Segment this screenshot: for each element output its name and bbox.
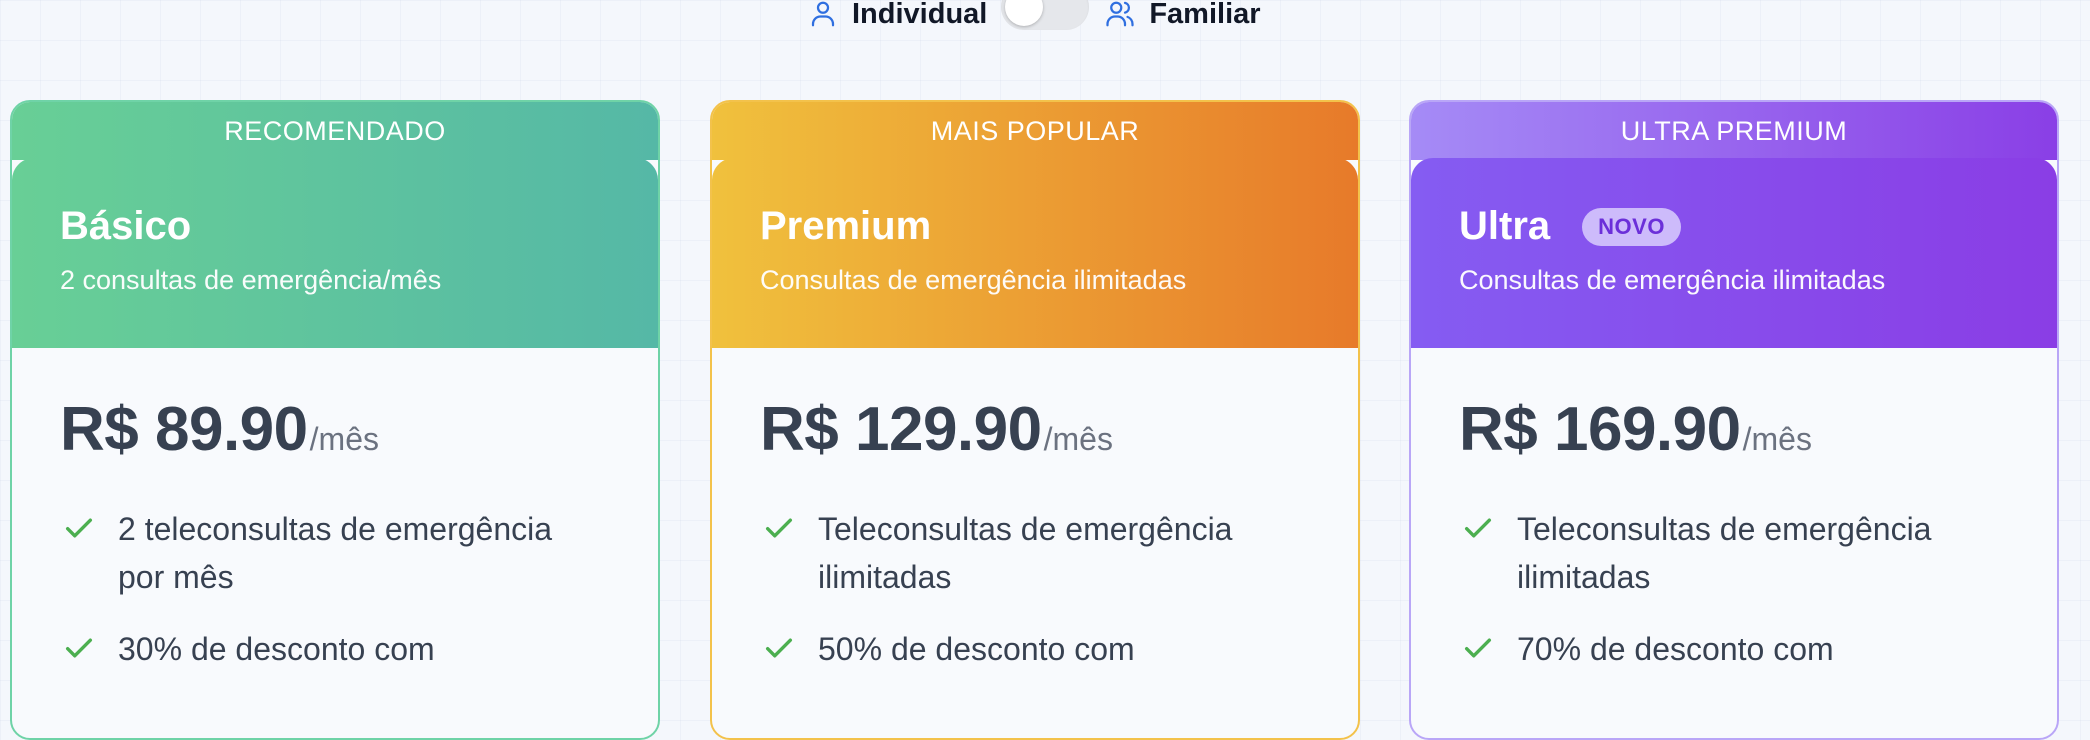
- plan-ribbon: MAIS POPULAR: [712, 102, 1358, 160]
- price-period: /mês: [1043, 421, 1113, 457]
- plan-body: R$ 169.90 /mês Teleconsultas de emergênc…: [1411, 348, 2057, 697]
- price-period: /mês: [1742, 421, 1812, 457]
- plan-card-premium[interactable]: MAIS POPULAR Premium Consultas de emergê…: [710, 100, 1360, 740]
- toggle-label-individual: Individual: [852, 0, 988, 30]
- feature-item: 2 teleconsultas de emergência por mês: [60, 505, 658, 601]
- plan-description: 2 consultas de emergência/mês: [60, 265, 442, 295]
- plan-description: Consultas de emergência ilimitadas: [1459, 265, 1886, 295]
- plan-ribbon: RECOMENDADO: [12, 102, 658, 160]
- plan-name: Ultra: [1459, 204, 1551, 248]
- feature-text: 50% de desconto com: [818, 631, 1135, 667]
- check-icon: [1464, 638, 1492, 658]
- feature-item: 70% de desconto com: [1459, 625, 2057, 673]
- plan-body: R$ 129.90 /mês Teleconsultas de emergênc…: [712, 348, 1358, 697]
- plan-name: Premium: [760, 204, 932, 248]
- check-icon: [1464, 518, 1492, 538]
- plan-description: Consultas de emergência ilimitadas: [760, 265, 1187, 295]
- plan-price: R$ 89.90 /mês: [60, 394, 658, 465]
- feature-list: Teleconsultas de emergência ilimitadas 5…: [760, 505, 1358, 673]
- toggle-label-familiar: Familiar: [1149, 0, 1261, 30]
- price-amount: R$ 89.90: [60, 395, 308, 464]
- new-badge: NOVO: [1582, 207, 1681, 246]
- user-icon: [811, 1, 835, 27]
- toggle-option-individual[interactable]: Individual: [808, 0, 987, 31]
- plan-price: R$ 169.90 /mês: [1459, 394, 2057, 465]
- plan-card-ultra[interactable]: ULTRA PREMIUM Ultra NOVO Consultas de em…: [1409, 100, 2059, 740]
- feature-item: Teleconsultas de emergência ilimitadas: [1459, 505, 2057, 601]
- toggle-option-familiar[interactable]: Familiar: [1105, 0, 1261, 31]
- plan-card-basico[interactable]: RECOMENDADO Básico 2 consultas de emergê…: [10, 100, 660, 740]
- plan-price: R$ 129.90 /mês: [760, 394, 1358, 465]
- feature-text: 2 teleconsultas de emergência por mês: [118, 511, 553, 595]
- price-period: /mês: [309, 421, 379, 457]
- feature-item: Teleconsultas de emergência ilimitadas: [760, 505, 1358, 601]
- feature-item: 50% de desconto com: [760, 625, 1358, 673]
- plan-type-toggle: Individual Familiar: [808, 0, 1261, 31]
- check-icon: [65, 638, 93, 658]
- plan-header: Ultra NOVO Consultas de emergência ilimi…: [1411, 158, 2057, 348]
- feature-text: Teleconsultas de emergência ilimitadas: [1517, 511, 1932, 595]
- price-amount: R$ 129.90: [760, 395, 1042, 464]
- plan-type-switch[interactable]: [1001, 0, 1090, 30]
- plan-header: Premium Consultas de emergência ilimitad…: [712, 158, 1358, 348]
- feature-text: 70% de desconto com: [1517, 631, 1834, 667]
- check-icon: [765, 518, 793, 538]
- users-icon: [1106, 1, 1134, 27]
- switch-knob: [1005, 0, 1044, 26]
- feature-list: 2 teleconsultas de emergência por mês 30…: [60, 505, 658, 673]
- feature-text: 30% de desconto com: [118, 631, 435, 667]
- plan-body: R$ 89.90 /mês 2 teleconsultas de emergên…: [12, 348, 658, 697]
- check-icon: [765, 638, 793, 658]
- plan-ribbon: ULTRA PREMIUM: [1411, 102, 2057, 160]
- plan-name: Básico: [60, 204, 192, 248]
- feature-text: Teleconsultas de emergência ilimitadas: [818, 511, 1233, 595]
- price-amount: R$ 169.90: [1459, 395, 1741, 464]
- plan-header: Básico 2 consultas de emergência/mês: [12, 158, 658, 348]
- feature-list: Teleconsultas de emergência ilimitadas 7…: [1459, 505, 2057, 673]
- check-icon: [65, 518, 93, 538]
- feature-item: 30% de desconto com: [60, 625, 658, 673]
